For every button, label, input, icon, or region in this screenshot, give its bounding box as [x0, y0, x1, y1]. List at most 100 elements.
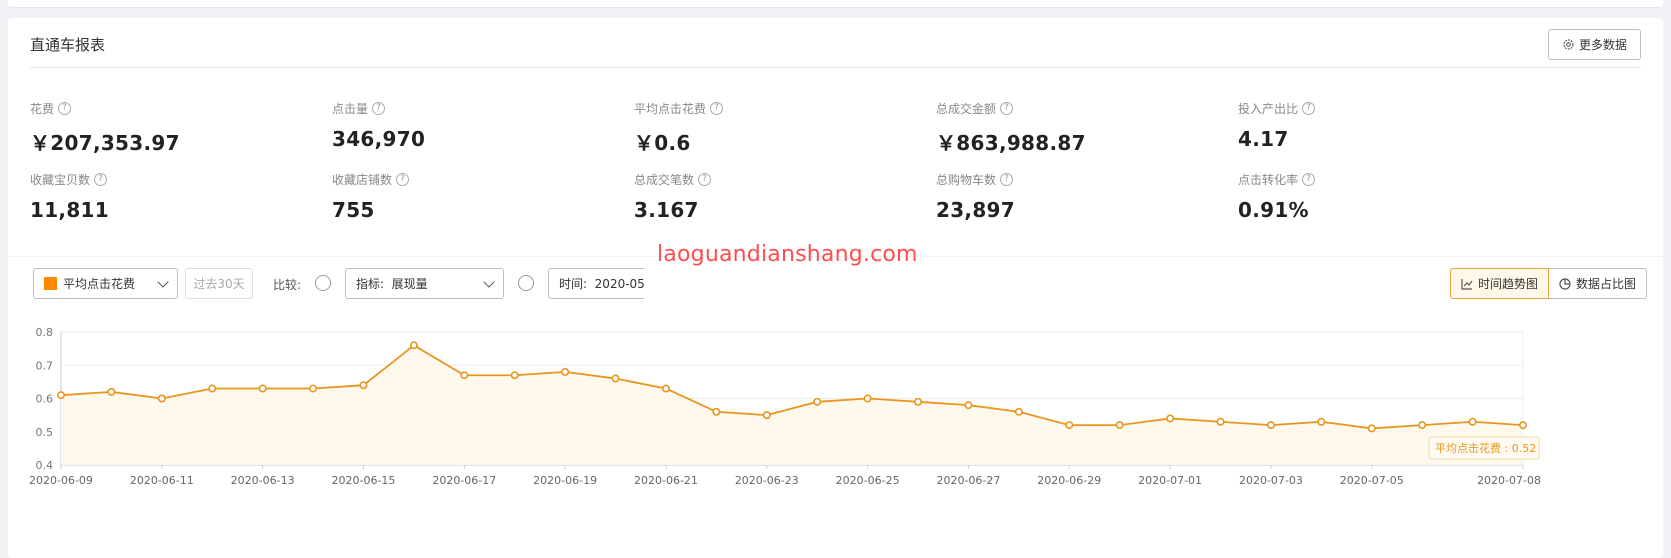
metric-avg-cpc: 平均点击花费? ￥0.6	[634, 100, 724, 156]
data-point[interactable]	[460, 371, 469, 380]
data-point[interactable]	[1115, 421, 1124, 430]
data-point[interactable]	[964, 401, 973, 410]
trend-view-label: 时间趋势图	[1477, 277, 1538, 291]
metric-label: 收藏店铺数	[332, 173, 393, 187]
data-point[interactable]	[56, 391, 65, 400]
x-tick-label: 2020-06-29	[1037, 474, 1101, 487]
help-icon[interactable]: ?	[1302, 173, 1316, 186]
trend-chart: 0.8 0.7 0.6 0.5 0.4 2020-06-09 2020-06-11 2020-…	[29, 326, 1541, 487]
data-point[interactable]	[1468, 417, 1477, 426]
help-icon[interactable]: ?	[1000, 102, 1014, 115]
metric-spend: 花费? ￥207,353.97	[30, 100, 180, 156]
metric-label: 点击量	[332, 102, 369, 116]
share-view-label: 数据占比图	[1575, 277, 1636, 291]
view-toggle: 时间趋势图 数据占比图	[1449, 268, 1647, 299]
y-tick-label: 0.7	[36, 359, 54, 372]
help-icon[interactable]: ?	[396, 173, 410, 186]
data-point[interactable]	[309, 384, 318, 393]
metric-conversion-rate: 点击转化率? 0.91%	[1238, 171, 1316, 222]
help-icon[interactable]: ?	[1302, 102, 1316, 115]
data-point[interactable]	[1216, 417, 1225, 426]
tooltip-text: 平均点击花费 : 0.52	[1435, 442, 1536, 455]
data-point[interactable]	[409, 341, 418, 350]
x-tick-label: 2020-07-05	[1340, 474, 1404, 487]
y-tick-label: 0.8	[36, 326, 54, 339]
series-color-swatch	[44, 277, 57, 290]
data-point[interactable]	[1065, 421, 1074, 430]
data-point[interactable]	[712, 407, 721, 416]
data-point[interactable]	[359, 381, 368, 390]
help-icon[interactable]: ?	[94, 173, 108, 186]
metric-label: 总购物车数	[936, 173, 997, 187]
more-data-label: 更多数据	[1578, 38, 1627, 52]
more-data-button[interactable]: 更多数据	[1548, 29, 1641, 60]
x-tick-label: 2020-06-15	[332, 474, 396, 487]
metric-clicks: 点击量? 346,970	[332, 100, 425, 151]
metric-value: ￥863,988.87	[936, 131, 1086, 155]
line-chart-icon	[1461, 278, 1473, 290]
data-point[interactable]	[914, 397, 923, 406]
time-range-field[interactable]: 时间: 2020-05-	[548, 268, 644, 299]
help-icon[interactable]: ?	[372, 102, 386, 115]
x-tick-label: 2020-06-11	[130, 474, 194, 487]
metric-label: 平均点击花费	[634, 102, 707, 116]
metric-select-value: 平均点击花费	[63, 277, 136, 291]
data-point[interactable]	[561, 367, 570, 376]
y-tick-label: 0.6	[36, 393, 54, 406]
x-tick-label: 2020-07-01	[1138, 474, 1202, 487]
y-tick-label: 0.4	[36, 459, 54, 472]
metric-shop-favorites: 收藏店铺数? 755	[332, 171, 410, 222]
data-point[interactable]	[1418, 421, 1427, 430]
data-point[interactable]	[1014, 407, 1023, 416]
y-tick-label: 0.5	[36, 426, 54, 439]
data-point[interactable]	[611, 374, 620, 383]
metric-label: 总成交金额	[936, 102, 997, 116]
data-point[interactable]	[813, 397, 822, 406]
x-tick-label: 2020-06-19	[533, 474, 597, 487]
metric-value: 11,811	[30, 198, 109, 222]
trend-view-button[interactable]: 时间趋势图	[1449, 268, 1549, 299]
data-point[interactable]	[107, 387, 116, 396]
x-tick-label: 2020-06-17	[432, 474, 496, 487]
chevron-down-icon	[483, 276, 495, 288]
data-point[interactable]	[762, 411, 771, 420]
data-point[interactable]	[208, 384, 217, 393]
data-point[interactable]	[1266, 421, 1275, 430]
metric-value: ￥0.6	[634, 131, 691, 155]
data-point[interactable]	[510, 371, 519, 380]
help-icon[interactable]: ?	[1000, 173, 1014, 186]
data-point[interactable]	[661, 384, 670, 393]
metric-label: 投入产出比	[1238, 102, 1299, 116]
help-icon[interactable]: ?	[710, 102, 724, 115]
help-icon[interactable]: ?	[58, 102, 72, 115]
time-compare-radio[interactable]	[518, 275, 534, 291]
compare-radio[interactable]	[315, 275, 331, 291]
data-point[interactable]	[1367, 424, 1376, 433]
metric-total-gmv: 总成交金额? ￥863,988.87	[936, 100, 1086, 156]
metric-value: 346,970	[332, 127, 426, 151]
metric-label: 收藏宝贝数	[30, 173, 91, 187]
top-strip	[8, 0, 1663, 8]
watermark-text: laoguandianshang.com	[657, 242, 918, 267]
metric-roi: 投入产出比? 4.17	[1238, 100, 1316, 151]
data-point[interactable]	[1519, 421, 1528, 430]
data-point[interactable]	[157, 394, 166, 403]
indicator-select[interactable]: 指标: 展现量	[345, 268, 504, 299]
metric-select[interactable]: 平均点击花费	[33, 268, 178, 299]
share-view-button[interactable]: 数据占比图	[1548, 268, 1647, 299]
chevron-down-icon	[157, 276, 169, 288]
data-point[interactable]	[863, 394, 872, 403]
help-icon[interactable]: ?	[698, 173, 712, 186]
data-point[interactable]	[258, 384, 267, 393]
time-range-value: 时间: 2020-05-	[559, 277, 644, 291]
data-point[interactable]	[1317, 417, 1326, 426]
metric-cart-adds: 总购物车数? 23,897	[936, 171, 1015, 222]
x-tick-label: 2020-06-27	[936, 474, 1000, 487]
data-point[interactable]	[1166, 414, 1175, 423]
chart-toolbar: 平均点击花费 过去30天 比较: 指标: 展现量 时间: 2020-05- 时间…	[27, 268, 1647, 302]
indicator-select-value: 指标: 展现量	[356, 277, 428, 291]
metric-item-favorites: 收藏宝贝数? 11,811	[30, 171, 109, 222]
period-button[interactable]: 过去30天	[185, 268, 253, 299]
metric-value: 23,897	[936, 198, 1015, 222]
report-header: 直通车报表 更多数据	[30, 18, 1641, 68]
